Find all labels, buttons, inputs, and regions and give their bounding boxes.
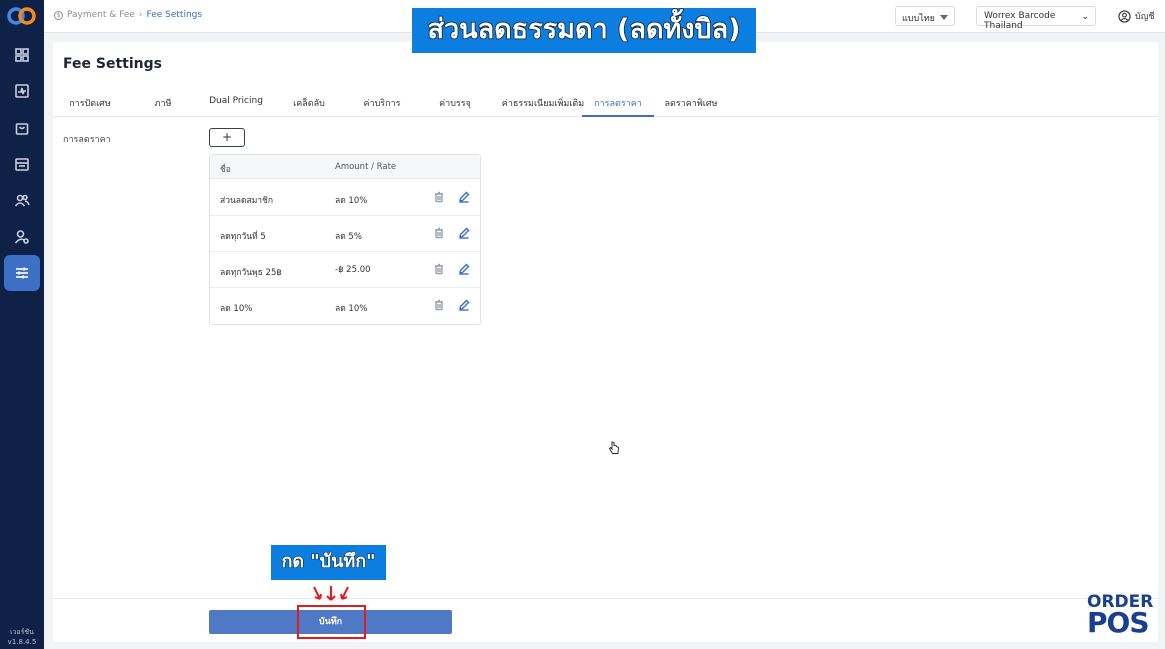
user-settings-icon <box>14 230 29 244</box>
press-caption: กด "บันทึก" <box>271 545 386 580</box>
payment-icon: $ <box>54 10 63 20</box>
sidebar-item-settings[interactable] <box>4 255 40 291</box>
sidebar-item-dashboard[interactable] <box>4 37 40 73</box>
trash-icon <box>435 263 443 275</box>
account-menu[interactable]: บัญชี <box>1118 9 1155 23</box>
tab-service-charge[interactable]: ค่าบริการ <box>364 96 401 110</box>
sidebar-item-reports[interactable] <box>4 73 40 109</box>
tab-dual-pricing[interactable]: Dual Pricing <box>209 96 263 106</box>
row-name: ส่วนลดสมาชิก <box>220 196 273 206</box>
account-icon <box>1118 9 1131 23</box>
language-select[interactable]: แบบไทย <box>895 6 955 26</box>
column-header-name: ชื่อ <box>220 165 231 175</box>
store-value: Worrex Barcode Thailand <box>984 11 1056 31</box>
delete-button[interactable] <box>433 191 445 203</box>
active-tab-indicator <box>582 115 654 117</box>
orderpos-logo: ORDER POS <box>1086 592 1153 640</box>
save-highlight-box <box>297 605 366 639</box>
row-amount: ลด 10% <box>335 304 368 314</box>
tab-additional-fees[interactable]: ค่าธรรมเนียมเพิ่มเติม <box>502 96 584 110</box>
page-title: Fee Settings <box>63 56 162 72</box>
activity-icon <box>15 84 29 98</box>
tab-bar: การปัดเศษ ภาษี Dual Pricing เคล็ดลับ ค่า… <box>53 88 1158 117</box>
grid-icon <box>15 48 29 62</box>
sidebar-item-staff[interactable] <box>4 219 40 255</box>
delete-button[interactable] <box>433 263 445 275</box>
trash-icon <box>435 227 443 239</box>
version-label: เวอร์ชัน <box>10 628 34 636</box>
pencil-icon <box>459 299 470 311</box>
trash-icon <box>435 191 443 203</box>
version-number: v1.8.4.5 <box>7 638 37 646</box>
delete-button[interactable] <box>433 227 445 239</box>
language-value: แบบไทย <box>902 14 935 24</box>
tab-special-discounts[interactable]: ลดราคาพิเศษ <box>665 96 718 110</box>
add-discount-button[interactable]: + <box>209 128 245 147</box>
discounts-field-label: การลดราคา <box>63 135 111 145</box>
breadcrumb-section[interactable]: Payment & Fee <box>67 10 135 20</box>
bag-icon <box>15 123 29 135</box>
tab-tax[interactable]: ภาษี <box>155 96 172 110</box>
tab-discounts[interactable]: การลดราคา <box>594 96 642 110</box>
tab-rounding[interactable]: การปัดเศษ <box>69 96 111 110</box>
discounts-table: ชื่อ Amount / Rate ส่วนลดสมาชิก ลด 10% ล… <box>209 154 481 325</box>
trash-icon <box>435 299 443 311</box>
pencil-icon <box>459 191 470 203</box>
tab-packaging[interactable]: ค่าบรรจุ <box>439 96 471 110</box>
pencil-icon <box>459 263 470 275</box>
sidebar: เวอร์ชัน v1.8.4.5 <box>0 0 44 649</box>
account-label: บัญชี <box>1135 12 1155 22</box>
table-row: ลด 10% ลด 10% <box>210 288 480 324</box>
store-icon <box>15 158 29 171</box>
edit-button[interactable] <box>458 191 470 203</box>
row-amount: -฿ 25.00 <box>335 265 371 275</box>
row-name: ลด 10% <box>220 304 253 314</box>
table-row: ลดทุกวันที่ 5 ลด 5% <box>210 216 480 252</box>
edit-button[interactable] <box>458 263 470 275</box>
title-caption: ส่วนลดธรรมดา (ลดทั้งบิล) <box>412 8 756 53</box>
title-caption-text: ส่วนลดธรรมดา (ลดทั้งบิล) <box>427 13 741 46</box>
chevron-down-icon: ⌄ <box>1081 12 1089 22</box>
edit-button[interactable] <box>458 299 470 311</box>
sliders-icon <box>16 267 28 279</box>
users-icon <box>14 194 30 207</box>
sidebar-item-customers[interactable] <box>4 182 40 218</box>
column-header-amount: Amount / Rate <box>335 162 397 172</box>
table-row: ลดทุกวันพุธ 25฿ -฿ 25.00 <box>210 252 480 288</box>
delete-button[interactable] <box>433 299 445 311</box>
main-card: Fee Settings การปัดเศษ ภาษี Dual Pricing… <box>53 42 1158 642</box>
pencil-icon <box>459 227 470 239</box>
row-amount: ลด 10% <box>335 196 368 206</box>
press-caption-text: กด "บันทึก" <box>281 551 376 573</box>
footer-divider <box>53 598 1158 599</box>
app-logo[interactable] <box>7 5 37 27</box>
breadcrumb-separator-icon: › <box>138 10 143 20</box>
breadcrumb-current: Fee Settings <box>146 10 203 20</box>
caret-down-icon <box>940 15 948 20</box>
hand-cursor-icon <box>608 441 619 454</box>
sidebar-item-store[interactable] <box>4 146 40 182</box>
table-row: ส่วนลดสมาชิก ลด 10% <box>210 180 480 216</box>
row-amount: ลด 5% <box>335 232 362 242</box>
row-name: ลดทุกวันที่ 5 <box>220 232 266 242</box>
breadcrumb: $ Payment & Fee › Fee Settings <box>54 10 202 20</box>
table-header: ชื่อ Amount / Rate <box>210 155 480 179</box>
tab-tips[interactable]: เคล็ดลับ <box>293 96 325 110</box>
brand-bottom: POS <box>1087 606 1149 639</box>
arrow-down-icons <box>313 586 349 601</box>
store-select[interactable]: Worrex Barcode Thailand ⌄ <box>976 6 1096 31</box>
row-name: ลดทุกวันพุธ 25฿ <box>220 268 282 278</box>
edit-button[interactable] <box>458 227 470 239</box>
sidebar-item-orders[interactable] <box>4 110 40 146</box>
